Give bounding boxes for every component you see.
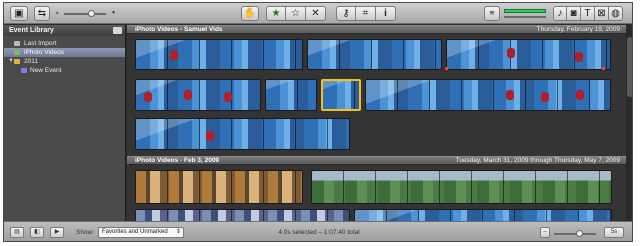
video-clip[interactable] (446, 39, 611, 70)
key-icon: ⚷ (342, 8, 350, 19)
star-outline-icon: ☆ (291, 8, 300, 19)
reject-x-icon: ✕ (311, 8, 320, 19)
video-clip[interactable] (135, 170, 303, 204)
info-icon: i (384, 8, 387, 19)
thumbnail-size-knob[interactable] (88, 10, 95, 17)
play-icon: ▶ (54, 229, 60, 235)
sidebar-item-last-import[interactable]: Last Import (4, 39, 125, 48)
import-clip-icon (14, 41, 20, 46)
swap-library-icon: ⇆ (37, 8, 47, 19)
video-clip[interactable] (135, 209, 350, 221)
unmark-button[interactable]: ☆ (286, 6, 306, 21)
duration-text: 5s (610, 229, 618, 235)
event-header[interactable]: iPhoto Videos - Samuel Vids Thursday, Fe… (127, 25, 632, 34)
audio-skimming-button[interactable]: ≋ (484, 6, 500, 21)
event-browser-scrollbar[interactable] (626, 25, 632, 221)
camera-import-button[interactable]: ▣ (10, 6, 28, 21)
rejected-marker (445, 67, 448, 70)
sidebar-item-2011[interactable]: ▼ 2011 (4, 57, 125, 66)
rejected-marker (602, 67, 605, 70)
music-browser-button[interactable]: ♪ (553, 6, 567, 21)
camera-import-icon: ▣ (14, 8, 24, 19)
camera-icon: ◙ (570, 8, 577, 19)
keyword-button[interactable]: ⚷ (336, 6, 356, 21)
chevron-updown-icon: ⇕ (175, 229, 181, 235)
large-thumbnail-icon: ▪ (112, 7, 116, 17)
sidebar-item-new-event[interactable]: New Event (4, 66, 125, 75)
transition-browser-button[interactable]: ⊠ (595, 6, 609, 21)
show-label: Show: (76, 229, 95, 236)
event-library-title: Event Library (9, 27, 54, 34)
video-clip[interactable] (311, 170, 612, 204)
event-icon (21, 68, 27, 73)
bottom-bar: ▤ ◧ ▶ Show: Favorites and Unmarked ⇕ 4.0… (4, 221, 632, 241)
volume-slider[interactable] (504, 16, 546, 18)
event-title: iPhoto Videos - Feb 3, 2009 (135, 157, 220, 164)
video-clip[interactable] (307, 39, 442, 70)
video-clip[interactable] (135, 118, 350, 150)
star-filled-icon: ★ (271, 8, 281, 19)
sidebar-item-iphoto-videos[interactable]: iPhoto Videos (4, 48, 125, 57)
event-library-sidebar: Event Library Last Import iPhoto Videos … (4, 25, 126, 221)
hand-icon: ✋ (243, 8, 257, 19)
event-header[interactable]: iPhoto Videos - Feb 3, 2009 Tuesday, Mar… (127, 156, 632, 165)
video-clip[interactable] (135, 79, 261, 111)
event-date: Tuesday, March 31, 2009 through Thursday… (455, 157, 620, 164)
swap-library-button[interactable]: ⇆ (34, 6, 50, 21)
event-browser: iPhoto Videos - Samuel Vids Thursday, Fe… (127, 25, 632, 221)
sidebar-item-label: Last Import (24, 40, 57, 47)
show-filter-value: Favorites and Unmarked (102, 229, 168, 235)
crop-icon: ⌗ (362, 8, 369, 19)
reject-button[interactable]: ✕ (306, 6, 326, 21)
sidebar-item-label: New Event (30, 67, 62, 74)
toggle-list-button[interactable]: ▤ (10, 227, 24, 238)
inspector-button[interactable]: i (376, 6, 396, 21)
imovie-window: ▣ ⇆ ▪ ▪ ✋ ★ ☆ ✕ ⚷ ⌗ i ≋ ♪ ◙ T ⊠ ◍ Event … (3, 2, 633, 242)
iphoto-icon (14, 50, 20, 55)
event-library-header: Event Library (4, 25, 125, 36)
play-button[interactable]: ▶ (50, 227, 64, 238)
scroll-thumb[interactable] (627, 37, 632, 97)
sidebar-item-label: iPhoto Videos (24, 49, 64, 56)
video-clip[interactable] (354, 209, 612, 221)
photo-browser-button[interactable]: ◙ (567, 6, 581, 21)
video-clip[interactable] (365, 79, 611, 111)
duration-value[interactable]: 5s (604, 227, 624, 238)
folder-icon (14, 59, 20, 64)
event-date: Thursday, February 19, 2009 (536, 26, 620, 33)
sidebar-item-label: 2011 (24, 58, 38, 65)
video-clip[interactable] (135, 39, 303, 70)
event-title: iPhoto Videos - Samuel Vids (135, 26, 223, 33)
crop-button[interactable]: ⌗ (356, 6, 376, 21)
globe-icon: ◍ (611, 8, 620, 19)
toolbar: ▣ ⇆ ▪ ▪ ✋ ★ ☆ ✕ ⚷ ⌗ i ≋ ♪ ◙ T ⊠ ◍ (4, 3, 632, 24)
sidebar-toggle-button[interactable] (113, 27, 122, 34)
thumbnail-size-slider[interactable] (64, 13, 106, 15)
mark-favorite-button[interactable]: ★ (266, 6, 286, 21)
show-filter-select[interactable]: Favorites and Unmarked ⇕ (98, 227, 184, 238)
waveform-icon: ≋ (489, 10, 495, 17)
duration-zoom-slider[interactable] (554, 233, 596, 235)
play-fullscreen-button[interactable]: ◧ (30, 227, 44, 238)
film-icon: ◧ (34, 229, 40, 235)
map-browser-button[interactable]: ◍ (609, 6, 623, 21)
video-clip[interactable] (265, 79, 317, 111)
duration-zoom-knob[interactable] (576, 230, 583, 237)
transition-icon: ⊠ (597, 8, 606, 19)
zoom-out-button[interactable]: – (540, 227, 550, 238)
list-icon: ▤ (14, 229, 20, 235)
title-t-icon: T (584, 8, 591, 19)
video-clip-selected[interactable] (321, 79, 361, 111)
small-thumbnail-icon: ▪ (56, 10, 59, 17)
minus-icon: – (543, 229, 547, 235)
audio-level-meter (504, 9, 546, 13)
hand-tool-button[interactable]: ✋ (241, 6, 259, 21)
title-browser-button[interactable]: T (581, 6, 595, 21)
music-note-icon: ♪ (557, 8, 563, 19)
